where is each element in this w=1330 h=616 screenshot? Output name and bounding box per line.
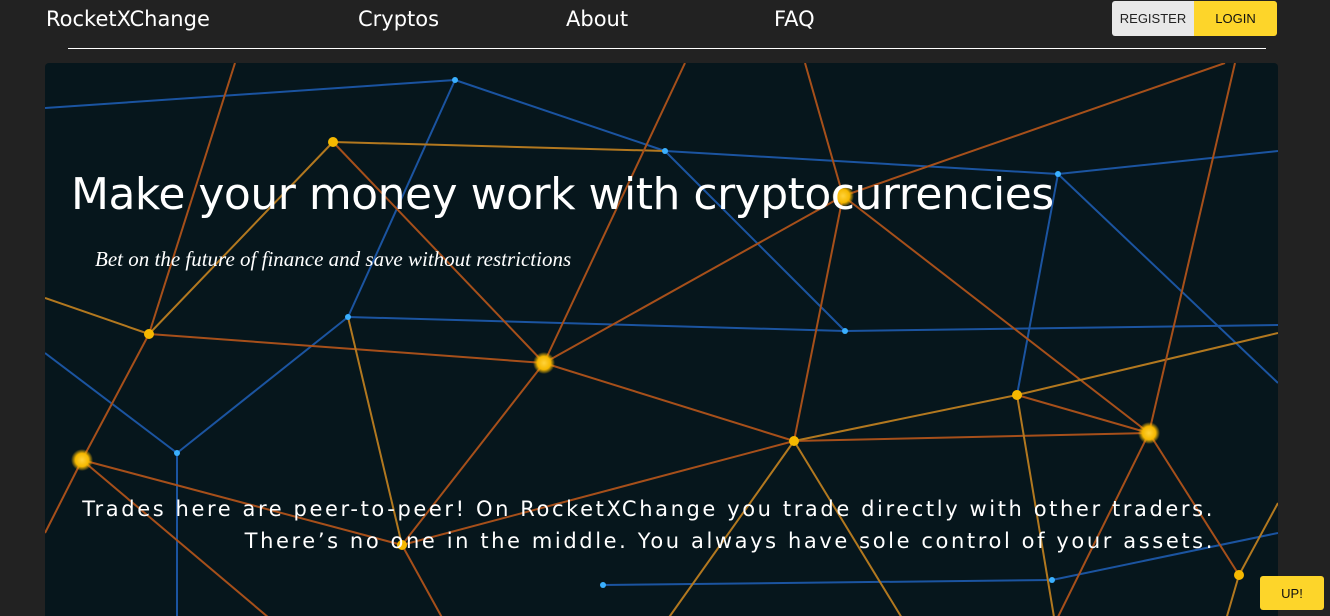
network-node [1138,422,1160,444]
register-button[interactable]: REGISTER [1112,1,1194,36]
hero-title: Make your money work with cryptocurrenci… [71,169,1054,220]
network-node [600,582,606,588]
top-navbar: RocketXChange Cryptos About FAQ REGISTER… [0,0,1330,50]
auth-button-group: REGISTER LOGIN [1112,1,1277,36]
network-node [345,314,351,320]
scroll-to-top-button[interactable]: UP! [1260,576,1324,610]
network-node [842,328,848,334]
nav-link-faq[interactable]: FAQ [774,7,815,31]
network-node [1055,171,1061,177]
network-node [144,329,154,339]
network-node [662,148,668,154]
nav-link-about[interactable]: About [566,7,628,31]
hero-description: Trades here are peer-to-peer! On RocketX… [82,497,1215,553]
network-node [174,450,180,456]
login-button[interactable]: LOGIN [1194,1,1277,36]
brand-logo-link[interactable]: RocketXChange [46,7,210,31]
network-node [533,352,555,374]
network-node [71,449,93,471]
nav-link-cryptos[interactable]: Cryptos [358,7,439,31]
network-node [789,436,799,446]
network-node [328,137,338,147]
hero-subtitle: Bet on the future of finance and save wi… [95,247,572,271]
network-node [1012,390,1022,400]
network-node [1234,570,1244,580]
network-node [452,77,458,83]
hero-banner: Make your money work with cryptocurrenci… [45,63,1278,616]
network-node [1049,577,1055,583]
navbar-divider [68,48,1266,49]
